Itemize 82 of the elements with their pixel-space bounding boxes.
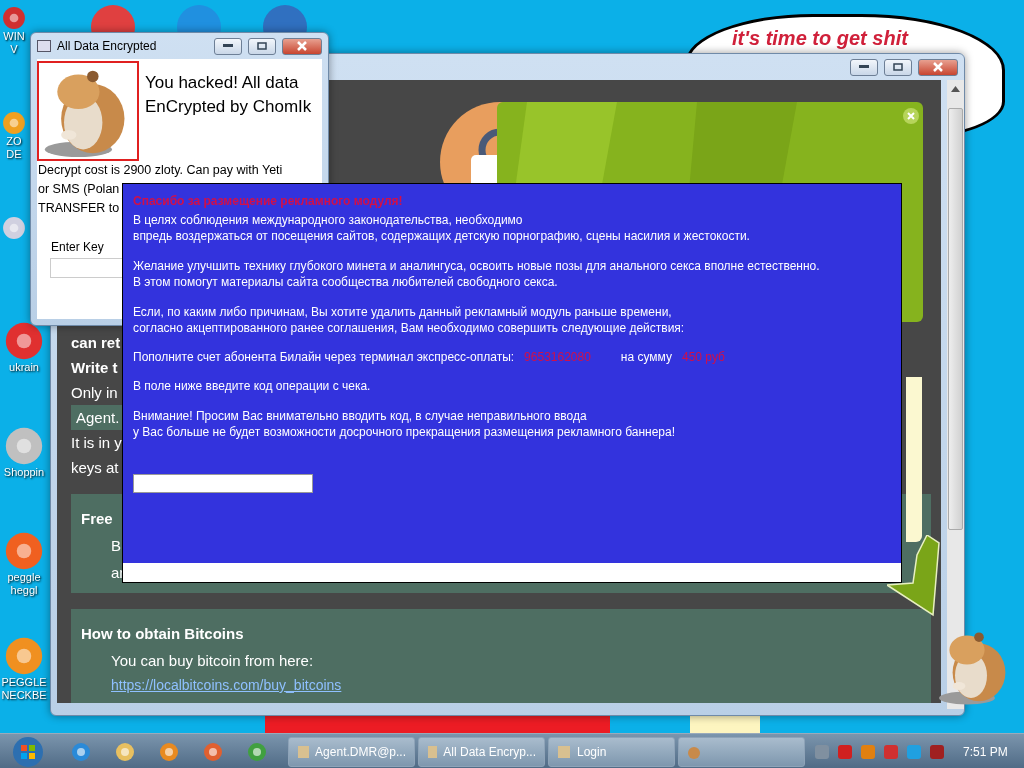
ransom-text: or SMS (Polan bbox=[37, 181, 120, 198]
page-text: Write t bbox=[71, 358, 118, 378]
headline: You hacked! All data EnCrypted by ChomIk bbox=[145, 72, 312, 118]
close-icon bbox=[932, 62, 944, 72]
dialog-paragraph: В целях соблюдения международного законодательства, необходимо впредь воздержаться от посещения сайтов, содержащих детскую порнографию, сцены насилия и жестокости. bbox=[133, 212, 751, 244]
hamster-icon bbox=[687, 744, 701, 759]
icon-label[interactable]: V bbox=[10, 43, 18, 56]
maximize-button[interactable] bbox=[884, 58, 912, 76]
panel-title: Free bbox=[81, 510, 114, 527]
app-icon[interactable] bbox=[2, 216, 26, 240]
app-icon[interactable] bbox=[4, 321, 44, 361]
minimize-button[interactable] bbox=[214, 37, 242, 55]
app-icon[interactable] bbox=[262, 4, 308, 34]
task-button[interactable]: Login bbox=[548, 736, 675, 767]
sum-label: на сумму bbox=[620, 350, 672, 364]
close-icon bbox=[296, 41, 308, 51]
panel-text: ar bbox=[111, 564, 125, 581]
page-text: keys at bbox=[71, 458, 119, 478]
bubble-text: it's time to get shit bbox=[732, 27, 910, 50]
page-text: Only in bbox=[71, 383, 118, 403]
window-icon bbox=[427, 744, 438, 759]
wallpaper-patch bbox=[690, 716, 760, 733]
icon-label[interactable]: WIN bbox=[3, 30, 25, 43]
panel-title: How to obtain Bitcoins bbox=[81, 625, 245, 642]
dialog-paragraph: Внимание! Просим Вас внимательно вводить код, в случае неправильного ввода у Вас больше не будет возможности досрочного прекращения размещения рекламного баннера! bbox=[133, 408, 677, 440]
window-icon bbox=[297, 744, 310, 759]
payment-text: Пополните счет абонента Билайн через терминал экспресс-оплаты: bbox=[133, 350, 515, 364]
window-icon bbox=[37, 40, 51, 52]
icon-label[interactable]: peggle bbox=[7, 571, 41, 584]
bitcoin-link[interactable]: https://localbitcoins.com/buy_bitcoins bbox=[111, 677, 342, 693]
dialog-paragraph: Желание улучшить технику глубокого минета и аналингуса, освоить новые позы для анального секса вполне естественно. В этом помогут материалы сайта сообщества любителей свободного секса. bbox=[133, 258, 821, 290]
app-icon[interactable] bbox=[176, 4, 222, 34]
browser-icon[interactable] bbox=[70, 740, 92, 763]
task-button[interactable] bbox=[678, 736, 805, 767]
start-button[interactable] bbox=[10, 735, 46, 768]
media-icon[interactable] bbox=[158, 740, 180, 763]
tray-icon[interactable] bbox=[929, 743, 945, 760]
phone-number: 9653162080 bbox=[524, 350, 591, 364]
minimize-icon bbox=[223, 44, 233, 48]
maximize-icon bbox=[257, 42, 267, 50]
window-title: All Data Encrypted bbox=[57, 39, 158, 53]
tray-icon[interactable] bbox=[837, 743, 853, 760]
panel-text: B bbox=[111, 537, 121, 554]
app-icon[interactable] bbox=[2, 6, 26, 30]
scroll-up-icon[interactable] bbox=[951, 86, 960, 92]
icon-label[interactable]: DE bbox=[6, 148, 22, 161]
task-button[interactable]: Agent.DMR@p... bbox=[288, 736, 415, 767]
app-icon[interactable] bbox=[90, 4, 136, 34]
panel-text: You can buy bitcoin from here: bbox=[111, 652, 314, 669]
folder-icon[interactable] bbox=[114, 740, 136, 763]
icon-label[interactable]: NECKBE bbox=[1, 689, 47, 702]
dialog-paragraph: В поле ниже введите код операции с чека. bbox=[133, 378, 372, 394]
tray-icon[interactable] bbox=[906, 743, 922, 760]
arrow-icon bbox=[887, 535, 941, 617]
app-icon[interactable] bbox=[202, 740, 224, 763]
close-icon[interactable] bbox=[903, 108, 919, 124]
dialog-heading: Спасибо за размещение рекламного модуля! bbox=[133, 194, 404, 208]
icon-label[interactable]: PEGGLE bbox=[1, 676, 47, 689]
maximize-button[interactable] bbox=[248, 37, 276, 55]
sum-amount: 450 руб bbox=[682, 350, 725, 364]
dialog-paragraph: Если, по каким либо причинам, Вы хотите удалить данный рекламный модуль раньше времени, согласно акцептированного ранее соглашения, Вам необходимо совершить следующие действия: bbox=[133, 304, 686, 336]
window-icon bbox=[557, 744, 571, 759]
task-button[interactable]: All Data Encryp... bbox=[418, 736, 545, 767]
close-button[interactable] bbox=[918, 58, 958, 76]
icon-label[interactable]: ukrain bbox=[9, 361, 39, 374]
icon-label[interactable]: Shoppin bbox=[3, 466, 45, 479]
ransom-text: TRANSFER to bbox=[37, 200, 120, 217]
close-button[interactable] bbox=[282, 37, 322, 55]
page-text: can ret bbox=[71, 333, 121, 353]
scroll-thumb[interactable] bbox=[948, 108, 963, 530]
clock: 7:51 PM bbox=[963, 744, 1008, 759]
minimize-button[interactable] bbox=[850, 58, 878, 76]
maximize-icon bbox=[893, 63, 903, 71]
page-text: It is in y bbox=[71, 433, 122, 453]
icon-label[interactable]: heggl bbox=[10, 584, 38, 597]
agent-tag: Agent. bbox=[71, 405, 125, 430]
ransom-text: Decrypt cost is 2900 zloty. Can pay with Yeti bbox=[37, 162, 283, 179]
minimize-icon bbox=[859, 65, 869, 69]
key-label: Enter Key bbox=[51, 240, 105, 254]
tray-icon[interactable] bbox=[860, 743, 876, 760]
icon-label[interactable]: ZO bbox=[6, 135, 22, 148]
code-field[interactable] bbox=[133, 474, 313, 493]
